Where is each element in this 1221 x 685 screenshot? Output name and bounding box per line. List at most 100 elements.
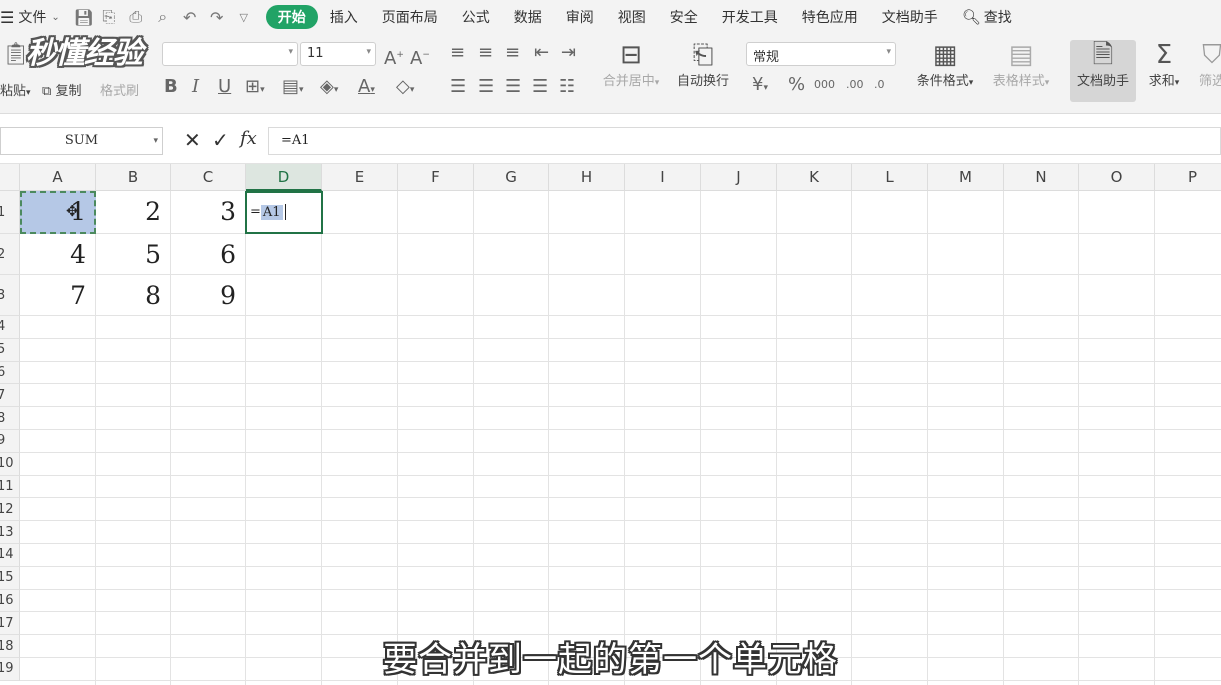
- cell-style-icon[interactable]: ▤▾: [282, 78, 304, 99]
- align-bottom-icon[interactable]: ≡: [505, 44, 520, 62]
- cell-value[interactable]: 1: [20, 197, 96, 226]
- decrease-font-icon[interactable]: A−: [410, 46, 430, 68]
- indent-decrease-icon[interactable]: ⇤: [534, 44, 549, 62]
- row-header[interactable]: 2: [0, 234, 20, 275]
- row-header[interactable]: 1: [0, 191, 20, 234]
- column-header[interactable]: O: [1079, 164, 1155, 191]
- insert-function-icon[interactable]: fx: [240, 128, 257, 149]
- column-header[interactable]: C: [171, 164, 246, 191]
- merge-center-button[interactable]: ⊟ 合并居中▾: [598, 40, 664, 89]
- italic-icon[interactable]: I: [192, 78, 199, 96]
- row-header[interactable]: 8: [0, 407, 20, 430]
- decrease-decimal-icon[interactable]: .0: [874, 76, 885, 94]
- save-icon[interactable]: 💾︎: [74, 8, 94, 27]
- cell-value[interactable]: 8: [96, 281, 171, 310]
- column-header[interactable]: M: [928, 164, 1004, 191]
- row-header[interactable]: 14: [0, 544, 20, 567]
- sum-button[interactable]: Σ 求和▾: [1142, 40, 1186, 89]
- undo-icon[interactable]: ↶: [182, 8, 198, 27]
- column-header[interactable]: P: [1155, 164, 1221, 191]
- conditional-format-button[interactable]: ▦ 条件格式▾: [910, 40, 980, 89]
- tab-0[interactable]: 开始: [265, 5, 318, 29]
- column-header[interactable]: A: [20, 164, 96, 191]
- column-header[interactable]: H: [549, 164, 625, 191]
- bold-icon[interactable]: B: [164, 78, 178, 96]
- tab-7[interactable]: 安全: [658, 5, 710, 29]
- currency-icon[interactable]: ¥▾: [752, 76, 768, 97]
- wrap-text-button[interactable]: ⎗ 自动换行: [672, 40, 734, 89]
- tab-5[interactable]: 审阅: [554, 5, 606, 29]
- search-button[interactable]: 🔍︎ 查找: [956, 5, 1018, 29]
- cell-value[interactable]: 2: [96, 197, 171, 226]
- select-all-corner[interactable]: [0, 164, 20, 191]
- row-header[interactable]: 15: [0, 566, 20, 590]
- underline-icon[interactable]: U: [218, 78, 231, 96]
- format-painter-button[interactable]: 格式刷: [100, 80, 139, 99]
- cell-value[interactable]: 5: [96, 240, 171, 269]
- tab-10[interactable]: 文档助手: [870, 5, 950, 29]
- filter-button[interactable]: ⛉ 筛选: [1192, 40, 1221, 89]
- tab-6[interactable]: 视图: [606, 5, 658, 29]
- tab-8[interactable]: 开发工具: [710, 5, 790, 29]
- cell-value[interactable]: 7: [20, 281, 96, 310]
- column-header[interactable]: D: [246, 164, 322, 191]
- row-header[interactable]: 10: [0, 452, 20, 476]
- column-header[interactable]: E: [322, 164, 398, 191]
- font-color-icon[interactable]: A▾: [358, 78, 375, 99]
- column-header[interactable]: L: [852, 164, 928, 191]
- align-left-icon[interactable]: ☰: [450, 78, 466, 96]
- print-preview-icon[interactable]: ⌕: [155, 7, 171, 27]
- justify-icon[interactable]: ☰: [532, 78, 548, 96]
- cell-value[interactable]: 6: [171, 240, 246, 269]
- row-header[interactable]: 16: [0, 589, 20, 613]
- row-header[interactable]: 13: [0, 521, 20, 544]
- file-menu[interactable]: ☰ 文件 ⌄: [0, 5, 66, 29]
- row-header[interactable]: 4: [0, 316, 20, 339]
- increase-decimal-icon[interactable]: .00: [846, 76, 864, 94]
- column-header[interactable]: N: [1004, 164, 1079, 191]
- row-header[interactable]: 12: [0, 498, 20, 522]
- tab-1[interactable]: 插入: [318, 5, 370, 29]
- name-box[interactable]: SUM ▾: [0, 127, 163, 155]
- confirm-icon[interactable]: ✓: [212, 128, 229, 152]
- column-header[interactable]: J: [701, 164, 777, 191]
- increase-font-icon[interactable]: A+: [384, 46, 404, 68]
- row-header[interactable]: 6: [0, 361, 20, 385]
- distribute-icon[interactable]: ☷: [559, 78, 575, 96]
- export-icon[interactable]: ⎘: [101, 7, 117, 27]
- column-header[interactable]: F: [398, 164, 474, 191]
- align-top-icon[interactable]: ≡: [450, 44, 465, 62]
- tab-3[interactable]: 公式: [450, 5, 502, 29]
- print-icon[interactable]: ⎙: [128, 7, 144, 27]
- column-header[interactable]: G: [474, 164, 549, 191]
- paste-button[interactable]: 粘贴▾: [0, 80, 31, 99]
- row-header[interactable]: 9: [0, 430, 20, 453]
- border-icon[interactable]: ⊞▾: [245, 78, 265, 99]
- redo-icon[interactable]: ↷: [209, 8, 225, 27]
- percent-icon[interactable]: %: [788, 76, 805, 94]
- tab-4[interactable]: 数据: [502, 5, 554, 29]
- align-right-icon[interactable]: ☰: [505, 78, 521, 96]
- align-middle-icon[interactable]: ≡: [478, 44, 493, 62]
- row-header[interactable]: 7: [0, 384, 20, 408]
- tab-2[interactable]: 页面布局: [370, 5, 450, 29]
- table-style-button[interactable]: ▤ 表格样式▾: [986, 40, 1056, 89]
- font-size-select[interactable]: 11 ▾: [300, 42, 376, 66]
- number-format-select[interactable]: 常规 ▾: [746, 42, 896, 66]
- formula-input[interactable]: =A1: [268, 127, 1221, 155]
- row-header[interactable]: 3: [0, 275, 20, 316]
- column-header[interactable]: I: [625, 164, 701, 191]
- indent-increase-icon[interactable]: ⇥: [561, 44, 576, 62]
- column-header[interactable]: B: [96, 164, 171, 191]
- customize-toolbar-icon[interactable]: ▽: [236, 11, 252, 24]
- align-center-icon[interactable]: ☰: [478, 78, 494, 96]
- row-header[interactable]: 11: [0, 475, 20, 499]
- row-header[interactable]: 5: [0, 338, 20, 362]
- cell-value[interactable]: 3: [171, 197, 246, 226]
- cell-value[interactable]: 4: [20, 240, 96, 269]
- tab-9[interactable]: 特色应用: [790, 5, 870, 29]
- column-header[interactable]: K: [777, 164, 852, 191]
- cancel-icon[interactable]: ✕: [184, 128, 201, 152]
- cell-value[interactable]: 9: [171, 281, 246, 310]
- copy-button[interactable]: ⧉ 复制: [42, 80, 81, 99]
